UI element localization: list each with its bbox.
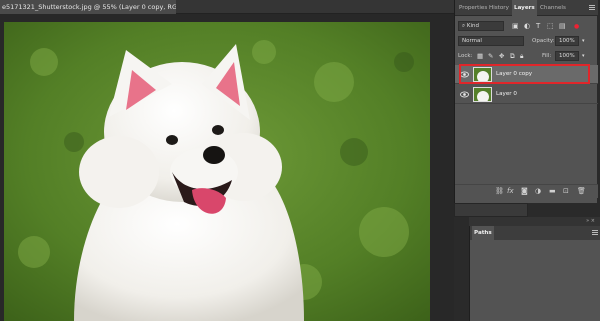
layers-bottom-toolbar: ⛓︎ fx ◙ ◑ ▬ ⊡ 🗑︎ <box>455 184 598 198</box>
lock-row: Lock: ▦ ✎ ✥ ⧉ 🔒︎ Fill: 100% ▾ <box>458 51 594 62</box>
lock-position-icon[interactable]: ✥ <box>499 51 504 61</box>
tab-channels[interactable]: Channels <box>538 0 568 16</box>
link-icon[interactable]: ⛓︎ <box>495 187 504 196</box>
new-layer-icon[interactable]: ⊡ <box>563 187 569 196</box>
filter-kind-value: Kind <box>466 23 479 29</box>
paths-panel: Paths <box>469 226 600 321</box>
opacity-label: Opacity: <box>532 38 555 44</box>
dog-photo-image <box>4 22 430 321</box>
filter-kind-select[interactable]: ⌕ Kind <box>458 21 504 31</box>
lock-transparent-icon[interactable]: ▦ <box>477 51 483 61</box>
fill-dropdown-icon[interactable]: ▾ <box>582 52 585 61</box>
pixel-filter-icon[interactable]: ▣ <box>512 22 519 31</box>
tab-properties[interactable]: Properties <box>457 0 489 16</box>
collapse-icon[interactable]: » × <box>586 218 595 224</box>
document-title: e5171321_Shutterstock.jpg @ 55% (Layer 0… <box>2 3 176 11</box>
tab-strip <box>176 0 454 14</box>
paths-panel-header: » × <box>469 217 600 226</box>
trash-icon[interactable]: 🗑︎ <box>577 187 586 196</box>
tab-layers[interactable]: Layers <box>512 0 537 16</box>
lock-label: Lock: <box>458 53 473 59</box>
selection-highlight-box <box>459 64 590 84</box>
layer-name[interactable]: Layer 0 <box>496 90 517 99</box>
fx-icon[interactable]: fx <box>507 187 514 196</box>
blend-mode-select[interactable]: Normal <box>458 36 524 46</box>
lock-all-icon[interactable]: 🔒︎ <box>520 51 523 61</box>
filter-row: ⌕ Kind ▣ ◐ T ⬚ ▤ ● <box>458 21 594 32</box>
document-tab[interactable]: e5171321_Shutterstock.jpg @ 55% (Layer 0… <box>0 0 176 14</box>
eye-icon[interactable] <box>460 90 469 99</box>
tab-paths[interactable]: Paths <box>472 226 494 240</box>
layers-panel: Properties History Layers Channels ⌕ Kin… <box>454 0 598 203</box>
lock-image-icon[interactable]: ✎ <box>488 51 493 61</box>
panel-tabs: Properties History Layers Channels <box>455 0 598 16</box>
panel-menu-icon[interactable] <box>589 5 595 10</box>
smart-object-filter-icon[interactable]: ▤ <box>559 22 566 31</box>
group-icon[interactable]: ▬ <box>549 187 556 196</box>
adjustment-filter-icon[interactable]: ◐ <box>524 22 530 31</box>
dog-photo <box>4 22 430 321</box>
opacity-dropdown-icon[interactable]: ▾ <box>582 37 585 46</box>
layer-row-layer-0[interactable]: Layer 0 <box>455 85 598 104</box>
opacity-field[interactable]: 100% <box>555 36 579 46</box>
adjustment-icon[interactable]: ◑ <box>535 187 541 196</box>
paths-tabs: Paths <box>470 226 600 240</box>
fill-label: Fill: <box>542 53 552 59</box>
filter-toggle-icon[interactable]: ● <box>574 22 579 31</box>
mask-icon[interactable]: ◙ <box>521 187 528 196</box>
tab-history[interactable]: History <box>487 0 511 16</box>
layers-scrollbar[interactable] <box>454 203 528 217</box>
type-filter-icon[interactable]: T <box>536 22 540 31</box>
layer-thumbnail <box>473 87 492 102</box>
lock-artboard-icon[interactable]: ⧉ <box>510 51 515 61</box>
shape-filter-icon[interactable]: ⬚ <box>547 22 554 31</box>
paths-menu-icon[interactable] <box>592 230 598 235</box>
blend-row: Normal Opacity: 100% ▾ <box>458 36 594 47</box>
fill-field[interactable]: 100% <box>555 51 579 61</box>
